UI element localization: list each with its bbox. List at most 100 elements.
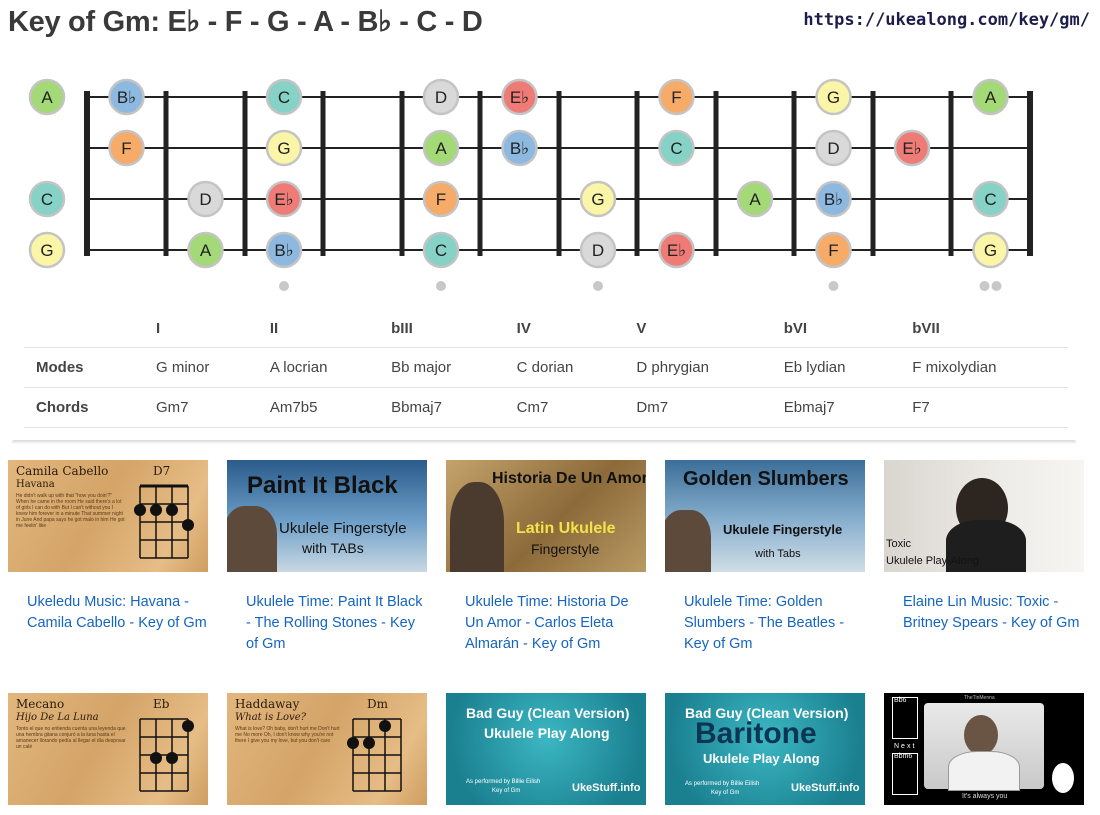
header-corner [24,309,144,348]
note-label: E♭ [274,190,293,209]
logo-icon [1052,763,1074,793]
chord-diagram-icon [347,718,402,792]
video-link[interactable]: Elaine Lin Music: Toxic - Britney Spears… [903,592,1084,634]
note-label: C [435,241,447,260]
video-link[interactable]: Ukulele Time: Golden Slumbers - The Beat… [684,592,865,655]
video-thumbnail[interactable]: Bad Guy (Clean Version) Ukulele Play Alo… [446,693,646,805]
video-card[interactable]: Paint It Black Ukulele Fingerstyle with … [227,460,427,655]
thumb-key: Key of Gm [492,788,521,794]
video-card[interactable]: Haddaway What is Love? Dm What is love? … [227,693,427,805]
mode-cell: A locrian [269,359,328,376]
thumb-line2: with TABs [302,540,364,556]
video-link[interactable]: Ukulele Time: Paint It Black - The Rolli… [246,592,427,655]
thumb-lyrics: What is love? Oh baby, don't hurt me Don… [235,726,340,744]
fret-marker-dot [828,281,839,291]
video-thumbnail[interactable]: Haddaway What is Love? Dm What is love? … [227,693,427,805]
thumb-key: Key of Gm [711,790,740,796]
mode-cell: D phrygian [636,359,709,376]
fret-marker-dot [436,281,446,291]
thumb-title: Paint It Black [247,472,398,499]
site-url-link[interactable]: https://ukealong.com/key/gm/ [803,10,1090,30]
note-label: D [435,88,447,107]
video-card[interactable]: Mecano Hijo De La Luna Eb Tonto el que n… [8,693,208,805]
note-label: C [278,88,290,107]
note-label: G [984,241,997,260]
thumb-next-label: Next [894,743,917,750]
note-label: A [749,190,761,209]
video-thumbnail[interactable]: TheTinMenna Bb6 Next Bbm6 It's always yo… [884,693,1084,805]
chord-cell: Ebmaj7 [783,399,835,416]
thumb-caption: It's always you [962,793,1008,800]
thumb-line1: Ukulele Play Along [484,725,610,741]
degree-header: II [269,319,279,337]
thumb-line1: Ukulele Fingerstyle [723,522,843,537]
performer-photo [450,482,504,572]
note-label: C [670,139,682,158]
video-thumbnail[interactable]: Paint It Black Ukulele Fingerstyle with … [227,460,427,572]
thumb-line1: Ukulele Play Along [703,751,820,766]
fretboard-diagram: A B♭ C D E♭ F G A F G A B♭ C D E♭ C D E♭ F G A B♭ C G A B♭ C D E♭ F G [28,78,1033,291]
degree-header: bIII [391,319,413,337]
note-label: G [827,88,840,107]
video-card[interactable]: TheTinMenna Bb6 Next Bbm6 It's always yo… [884,693,1084,805]
note-label: B♭ [274,241,293,260]
thumb-title: Historia De Un Amor [492,470,646,487]
thumb-line1: Latin Ukulele [516,520,616,537]
note-label: G [40,241,53,260]
thumb-credit: As performed by Billie Eilish [685,781,760,787]
note-label: E♭ [667,241,686,260]
scale-table: I II bIII IV V bVI bVII Modes G minor A … [24,309,1068,428]
performer-photo [665,510,711,572]
video-thumbnail[interactable]: Golden Slumbers Ukulele Fingerstyle with… [665,460,865,572]
thumb-chord-name: D7 [153,464,171,478]
video-card[interactable]: Golden Slumbers Ukulele Fingerstyle with… [665,460,865,655]
fret-marker-dot [979,281,990,291]
thumb-big-text: Baritone [695,717,817,750]
thumb-title: Golden Slumbers [683,468,849,490]
video-thumbnail[interactable]: Toxic Ukulele Play-Along [884,460,1084,572]
video-card[interactable]: Toxic Ukulele Play-Along Elaine Lin Musi… [884,460,1084,634]
video-link[interactable]: Ukulele Time: Historia De Un Amor - Carl… [465,592,646,655]
video-thumbnail[interactable]: Camila Cabello Havana D7 He didn't walk … [8,460,208,572]
chord-cell: Am7b5 [269,399,318,416]
chord-diagram-icon [134,484,194,559]
video-card[interactable]: Bad Guy (Clean Version) Baritone Ukulele… [665,693,865,805]
chords-label: Chords [36,399,89,416]
degree-header: bVII [912,319,940,337]
note-label: C [984,190,996,209]
thumb-line2: Ukulele Play-Along [886,555,979,567]
thumb-lyrics: He didn't walk up with that "how you doi… [16,493,125,529]
video-thumbnail[interactable]: Bad Guy (Clean Version) Baritone Ukulele… [665,693,865,805]
mode-cell: C dorian [516,359,574,376]
modes-label: Modes [36,359,84,376]
mode-cell: Bb major [391,359,452,376]
fret-marker-dot [593,281,603,291]
note-label: D [199,190,211,209]
note-label: E♭ [510,88,529,107]
chord-diagram-icon [139,718,194,792]
degree-header: bVI [783,319,808,337]
thumb-chord-name: Dm [367,697,388,711]
video-link[interactable]: Ukeledu Music: Havana - Camila Cabello -… [27,592,208,634]
video-card[interactable]: Camila Cabello Havana D7 He didn't walk … [8,460,208,634]
note-label: G [591,190,604,209]
degree-header: I [156,319,161,337]
fret-marker-dot [991,281,1002,291]
thumb-credit: As performed by Billie Eilish [466,779,541,785]
thumb-song: Havana [16,479,55,490]
thumb-line2: Fingerstyle [531,541,600,557]
degree-header-row: I II bIII IV V bVI bVII [24,309,1068,348]
video-card[interactable]: Historia De Un Amor Latin Ukulele Finger… [446,460,646,655]
degree-header: V [636,319,647,337]
thumb-artist: Camila Cabello [16,464,109,478]
chord-cell: Gm7 [156,399,189,416]
thumb-song: What is Love? [235,712,306,723]
video-thumbnail[interactable]: Mecano Hijo De La Luna Eb Tonto el que n… [8,693,208,805]
thumb-title: Bad Guy (Clean Version) [466,705,630,721]
page-title: Key of Gm: E♭ - F - G - A - B♭ - C - D [8,6,483,38]
thumb-brand: UkeStuff.info [572,782,641,794]
performer-body [948,751,1020,791]
video-card[interactable]: Bad Guy (Clean Version) Ukulele Play Alo… [446,693,646,805]
note-label: B♭ [510,139,529,158]
video-thumbnail[interactable]: Historia De Un Amor Latin Ukulele Finger… [446,460,646,572]
